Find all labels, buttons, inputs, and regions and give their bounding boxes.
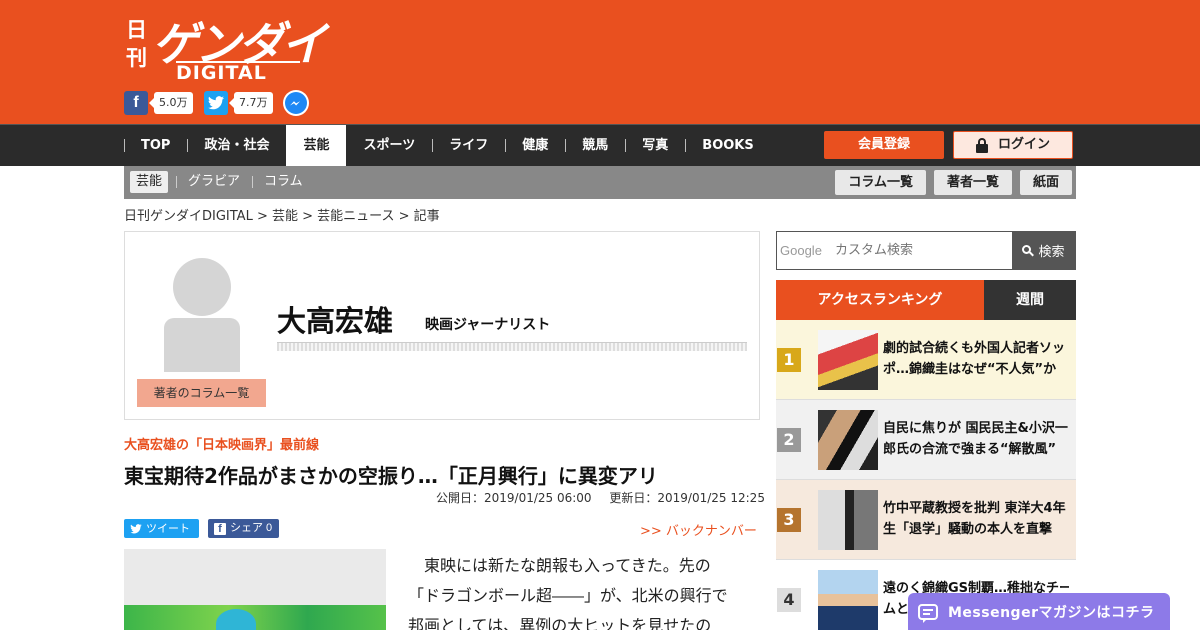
subnav-item-geino[interactable]: 芸能	[130, 171, 169, 193]
logo-nikkan: 日刊	[126, 17, 147, 70]
messenger-icon[interactable]	[283, 90, 309, 116]
rank-title-line: 生「退学」騒動の本人を直撃	[883, 522, 1053, 537]
search-button-label: 検索	[1038, 245, 1065, 260]
rank-title-line: 郎氏の合流で強まる“解散風”	[883, 442, 1057, 457]
sub-nav: 芸能 グラビア コラム コラム一覧 著者一覧 紙面	[124, 166, 1076, 199]
messenger-label: Messengerマガジンはコチラ	[948, 604, 1155, 621]
divider	[277, 342, 747, 351]
ranking-item[interactable]: 2 自民に焦りが 国民民主&小沢一 郎氏の合流で強まる“解散風”	[776, 400, 1076, 480]
updated-date: 更新日：2019/01/25 12:25	[609, 491, 765, 505]
share-label: シェア 0	[230, 522, 273, 534]
nav-item-books[interactable]: BOOKS	[685, 125, 770, 166]
nav-item-sports[interactable]: スポーツ	[346, 125, 432, 166]
article-paragraph-line: 邦画としては、異例の大ヒットを見せたの	[408, 616, 712, 630]
chat-bubble-icon	[918, 603, 938, 623]
messenger-magazine-banner[interactable]: Messengerマガジンはコチラ	[908, 593, 1170, 630]
rank-title-line: 竹中平蔵教授を批判 東洋大4年	[883, 501, 1066, 516]
twitter-count: 7.7万	[229, 92, 273, 114]
login-label: ログイン	[997, 137, 1050, 152]
logo-digital: DIGITAL	[176, 62, 267, 84]
article-paragraph-line: 「ドラゴンボール超――」が、北米の興行で	[408, 586, 728, 605]
facebook-like[interactable]: f 5.0万	[124, 91, 193, 115]
article-paragraph-line: 東映には新たな朗報も入ってきた。先の	[408, 556, 711, 575]
rank-thumbnail[interactable]	[818, 570, 878, 630]
rank-number: 1	[777, 348, 801, 372]
article-body: 東映には新たな朗報も入ってきた。先の 「ドラゴンボール超――」が、北米の興行で …	[408, 551, 758, 630]
rank-thumbnail[interactable]	[818, 330, 878, 390]
nav-item-top[interactable]: TOP	[124, 125, 187, 166]
register-button[interactable]: 会員登録	[824, 131, 944, 159]
author-columns-button[interactable]: 著者のコラム一覧	[137, 379, 266, 407]
nav-item-life[interactable]: ライフ	[432, 125, 505, 166]
nav-item-photo[interactable]: 写真	[625, 125, 685, 166]
series-title[interactable]: 大高宏雄の「日本映画界」最前線	[124, 434, 319, 453]
rank-title[interactable]: 劇的試合続くも外国人記者ソッ ポ…錦織圭はなぜ“不人気”か	[883, 338, 1069, 380]
facebook-icon[interactable]: f	[124, 91, 148, 115]
ranking-tabs: アクセスランキング 週間	[776, 280, 1076, 320]
rank-thumbnail[interactable]	[818, 490, 878, 550]
column-list-button[interactable]: コラム一覧	[835, 170, 926, 195]
tweet-button[interactable]: ツイート	[124, 519, 199, 538]
tab-weekly[interactable]: 週間	[984, 280, 1076, 320]
search-box: Google 検索	[776, 231, 1076, 270]
facebook-share-button[interactable]: f シェア 0	[208, 519, 279, 538]
facebook-count: 5.0万	[149, 92, 193, 114]
ranking-item[interactable]: 3 竹中平蔵教授を批判 東洋大4年 生「退学」騒動の本人を直撃	[776, 480, 1076, 560]
backnumber-link[interactable]: >> バックナンバー	[640, 520, 757, 539]
rank-title[interactable]: 自民に焦りが 国民民主&小沢一 郎氏の合流で強まる“解散風”	[883, 418, 1069, 460]
messenger-share[interactable]	[283, 90, 309, 116]
article-dates: 公開日：2019/01/25 06:00 更新日：2019/01/25 12:2…	[436, 489, 765, 506]
rank-number: 3	[777, 508, 801, 532]
tweet-label: ツイート	[146, 522, 190, 535]
author-list-button[interactable]: 著者一覧	[933, 170, 1012, 195]
site-header: 日刊 ゲンダイ DIGITAL f 5.0万 7.7万	[0, 0, 1200, 124]
subnav-item-column[interactable]: コラム	[252, 171, 315, 193]
avatar	[164, 258, 240, 372]
search-input[interactable]	[777, 232, 1013, 269]
nav-item-politics-society[interactable]: 政治・社会	[187, 125, 286, 166]
tab-access-ranking[interactable]: アクセスランキング	[776, 280, 984, 320]
author-title: 映画ジャーナリスト	[425, 317, 551, 333]
published-date: 公開日：2019/01/25 06:00	[436, 491, 592, 505]
login-button[interactable]: ログイン	[953, 131, 1073, 159]
subnav-item-gravure[interactable]: グラビア	[176, 171, 252, 193]
paper-button[interactable]: 紙面	[1019, 170, 1072, 195]
rank-title-line: 劇的試合続くも外国人記者ソッ	[883, 341, 1066, 356]
rank-title-line: 自民に焦りが 国民民主&小沢一	[883, 421, 1068, 436]
rank-title-line: ポ…錦織圭はなぜ“不人気”か	[883, 362, 1057, 377]
facebook-icon: f	[214, 522, 226, 535]
article-headline: 東宝期待2作品がまさかの空振り…「正月興行」に異変アリ	[124, 464, 658, 488]
ranking-item[interactable]: 1 劇的試合続くも外国人記者ソッ ポ…錦織圭はなぜ“不人気”か	[776, 320, 1076, 400]
twitter-follow[interactable]: 7.7万	[204, 91, 273, 115]
twitter-icon[interactable]	[204, 91, 228, 115]
rank-number: 2	[777, 428, 801, 452]
rank-number: 4	[777, 588, 801, 612]
main-nav: TOP 政治・社会 芸能 スポーツ ライフ 健康 競馬 写真 BOOKS 会員登録 ログイン	[0, 124, 1200, 166]
rank-title[interactable]: 竹中平蔵教授を批判 東洋大4年 生「退学」騒動の本人を直撃	[883, 498, 1069, 540]
author-name: 大高宏雄	[277, 304, 394, 338]
search-button[interactable]: 検索	[1012, 232, 1075, 269]
twitter-icon	[130, 523, 142, 533]
nav-item-health[interactable]: 健康	[505, 125, 565, 166]
breadcrumb[interactable]: 日刊ゲンダイDIGITAL > 芸能 > 芸能ニュース > 記事	[124, 205, 440, 224]
site-logo[interactable]: 日刊 ゲンダイ DIGITAL	[124, 10, 327, 84]
nav-item-horse-racing[interactable]: 競馬	[565, 125, 625, 166]
author-box: 大高宏雄 映画ジャーナリスト 著者のコラム一覧	[124, 231, 760, 420]
rank-thumbnail[interactable]	[818, 410, 878, 470]
search-icon	[1022, 244, 1035, 257]
nav-item-entertainment[interactable]: 芸能	[286, 125, 347, 166]
article-image	[124, 549, 386, 630]
lock-icon	[975, 138, 988, 153]
